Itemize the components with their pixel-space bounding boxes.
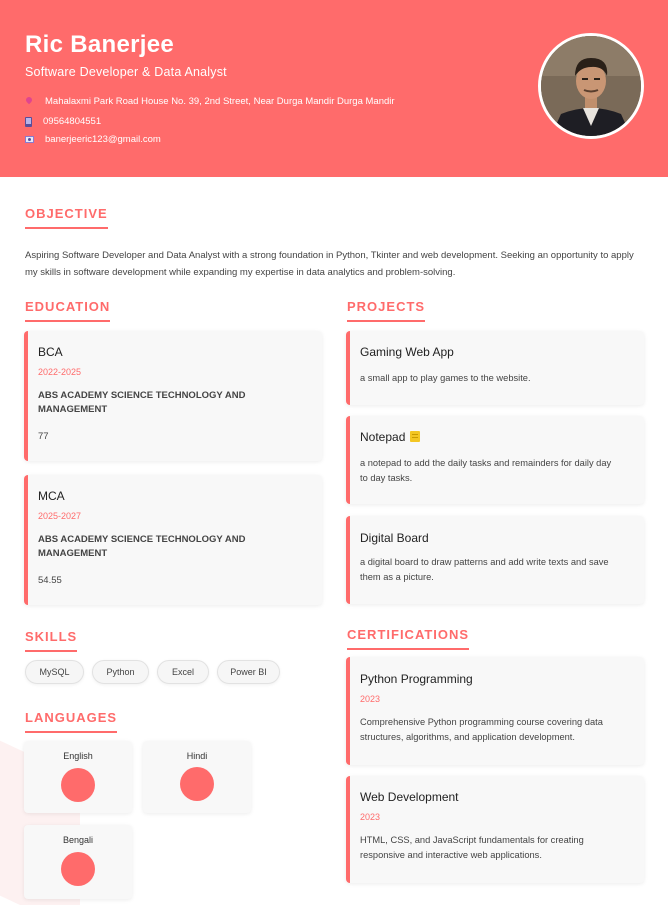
- project-card: Digital Board a digital board to draw pa…: [346, 516, 644, 604]
- contact-address: Mahalaxmi Park Road House No. 39, 2nd St…: [25, 96, 395, 107]
- certifications-heading: CERTIFICATIONS: [347, 627, 470, 650]
- certification-year: 2023: [360, 812, 381, 822]
- certification-card: Python Programming 2023 Comprehensive Py…: [346, 657, 644, 765]
- certification-name: Web Development: [360, 790, 459, 804]
- certification-name: Python Programming: [360, 672, 473, 686]
- project-card: Gaming Web App a small app to play games…: [346, 331, 644, 405]
- project-name: Digital Board: [360, 531, 429, 545]
- skills-heading: SKILLS: [25, 629, 78, 652]
- education-card: BCA 2022-2025 ABS ACADEMY SCIENCE TECHNO…: [24, 331, 322, 461]
- project-title-row: Notepad: [360, 430, 421, 444]
- project-description: a digital board to draw patterns and add…: [360, 557, 609, 582]
- project-card: Notepad a notepad to add the daily tasks…: [346, 416, 644, 504]
- projects-heading: PROJECTS: [347, 299, 426, 322]
- location-pin-icon: [25, 97, 34, 106]
- language-level-indicator: [180, 767, 214, 801]
- language-name: Hindi: [186, 751, 208, 761]
- education-score: 54.55: [38, 575, 62, 586]
- education-score: 77: [38, 431, 49, 442]
- language-name: Bengali: [62, 835, 94, 845]
- candidate-role: Software Developer & Data Analyst: [25, 65, 227, 79]
- objective-text: Aspiring Software Developer and Data Ana…: [25, 250, 634, 278]
- certification-card: Web Development 2023 HTML, CSS, and Java…: [346, 776, 644, 883]
- education-school: ABS ACADEMY SCIENCE TECHNOLOGY AND MANAG…: [38, 534, 246, 559]
- education-heading: EDUCATION: [25, 299, 111, 322]
- notepad-icon: [410, 431, 421, 442]
- email-icon: [25, 136, 34, 143]
- contact-email: banerjeeric123@gmail.com: [25, 134, 161, 145]
- certification-year: 2023: [360, 694, 381, 704]
- education-years: 2022-2025: [38, 367, 82, 377]
- project-description: a notepad to add the daily tasks and rem…: [360, 458, 612, 483]
- skill-tag: Python: [92, 660, 149, 684]
- language-level-indicator: [61, 768, 95, 802]
- education-degree: BCA: [38, 345, 63, 359]
- profile-photo: [538, 33, 644, 139]
- skill-tag: Excel: [157, 660, 209, 684]
- education-card: MCA 2025-2027 ABS ACADEMY SCIENCE TECHNO…: [24, 475, 322, 605]
- language-card: English: [24, 741, 132, 813]
- language-level-indicator: [61, 852, 95, 886]
- language-card: Hindi: [143, 741, 251, 813]
- skill-tag: MySQL: [25, 660, 84, 684]
- languages-heading: LANGUAGES: [25, 710, 118, 733]
- email-text[interactable]: banerjeeric123@gmail.com: [45, 134, 161, 145]
- address-text: Mahalaxmi Park Road House No. 39, 2nd St…: [45, 96, 395, 107]
- certification-description: HTML, CSS, and JavaScript fundamentals f…: [360, 835, 584, 860]
- project-name: Gaming Web App: [360, 345, 454, 359]
- profile-photo-illustration: [541, 36, 641, 136]
- education-school: ABS ACADEMY SCIENCE TECHNOLOGY AND MANAG…: [38, 390, 246, 415]
- certification-description: Comprehensive Python programming course …: [360, 717, 603, 742]
- education-degree: MCA: [38, 489, 65, 503]
- resume-header: Ric Banerjee Software Developer & Data A…: [0, 0, 668, 177]
- project-name: Notepad: [360, 430, 406, 444]
- candidate-name: Ric Banerjee: [25, 31, 175, 58]
- phone-icon: [25, 116, 32, 127]
- language-name: English: [63, 751, 93, 761]
- project-description: a small app to play games to the website…: [360, 373, 531, 383]
- objective-heading: OBJECTIVE: [25, 206, 108, 229]
- resume-page: Ric Banerjee Software Developer & Data A…: [0, 0, 668, 905]
- skill-tag: Power BI: [217, 660, 280, 684]
- language-card: Bengali: [24, 825, 132, 899]
- phone-text: 09564804551: [43, 116, 102, 127]
- contact-phone: 09564804551: [25, 116, 101, 127]
- education-years: 2025-2027: [38, 511, 82, 521]
